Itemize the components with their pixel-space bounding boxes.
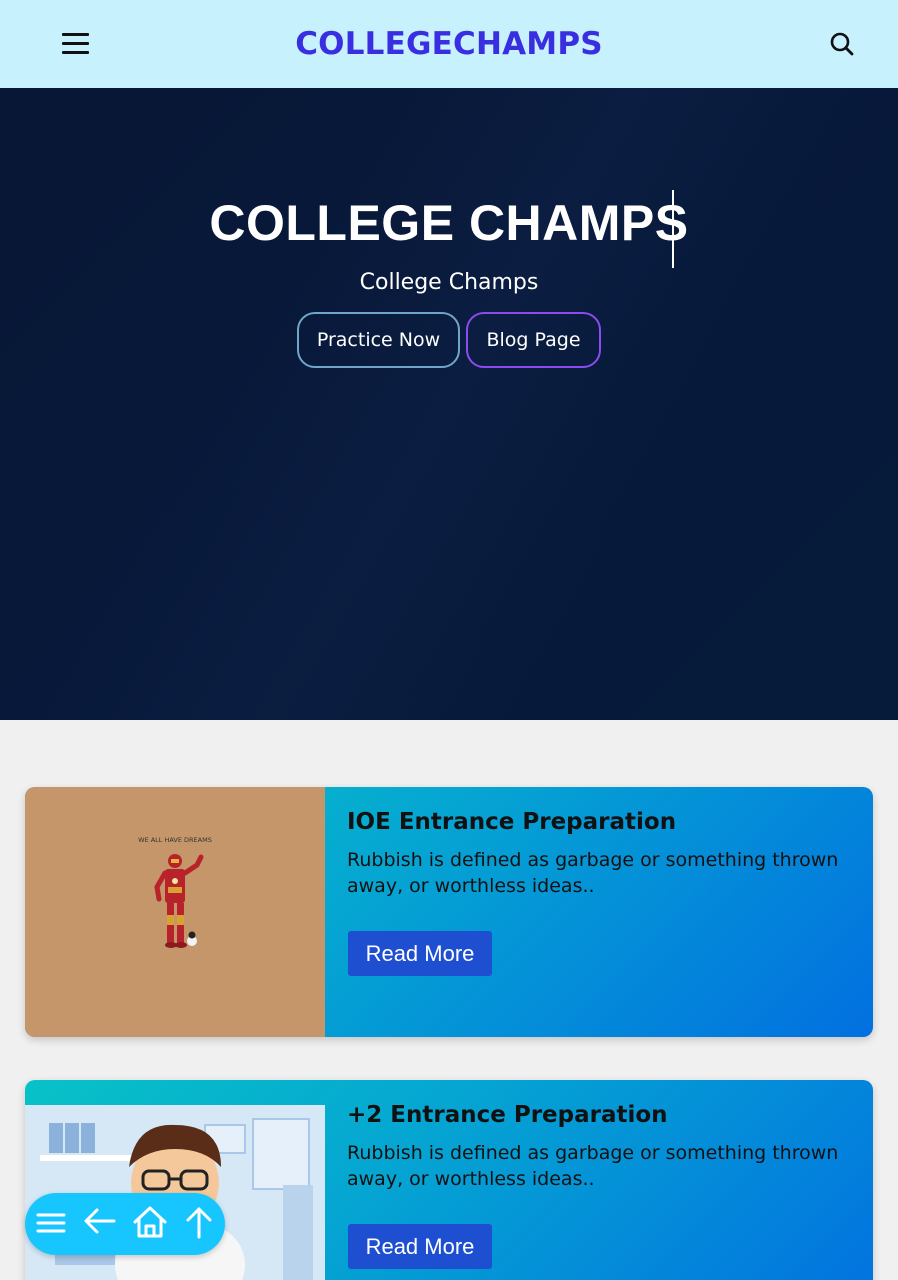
card-title: IOE Entrance Preparation	[347, 809, 677, 835]
top-navbar: COLLEGECHAMPS	[0, 0, 898, 88]
svg-text:WE ALL HAVE DREAMS: WE ALL HAVE DREAMS	[138, 836, 212, 844]
site-brand[interactable]: COLLEGECHAMPS	[295, 26, 603, 62]
hamburger-menu-icon[interactable]	[62, 33, 89, 54]
hero-subtitle: College Champs	[359, 270, 539, 295]
search-icon[interactable]	[829, 31, 855, 57]
card-description: Rubbish is defined as garbage or somethi…	[347, 849, 839, 897]
blog-page-button[interactable]: Blog Page	[466, 312, 601, 368]
menu-icon[interactable]	[33, 1204, 69, 1240]
scroll-up-arrow-icon[interactable]	[181, 1204, 217, 1240]
typing-cursor	[672, 190, 674, 268]
home-icon[interactable]	[132, 1204, 168, 1240]
floating-nav-bar	[25, 1193, 225, 1255]
read-more-button[interactable]: Read More	[348, 931, 492, 976]
hero-title: COLLEGE CHAMPS	[209, 195, 689, 251]
card-body: IOE Entrance Preparation Rubbish is defi…	[347, 787, 857, 1037]
practice-now-button[interactable]: Practice Now	[297, 312, 460, 368]
card-image-ironman: WE ALL HAVE DREAMS	[25, 787, 325, 1037]
read-more-button[interactable]: Read More	[348, 1224, 492, 1269]
back-arrow-icon[interactable]	[82, 1204, 118, 1240]
card-description: Rubbish is defined as garbage or somethi…	[347, 1142, 839, 1190]
hero-section: COLLEGE CHAMPS College Champs Practice N…	[0, 88, 898, 720]
course-card-ioe: WE ALL HAVE DREAMS IOE Entrance Preparat…	[25, 787, 873, 1037]
card-body: +2 Entrance Preparation Rubbish is defin…	[347, 1080, 857, 1280]
hero-background	[0, 88, 898, 720]
card-title: +2 Entrance Preparation	[347, 1102, 668, 1128]
